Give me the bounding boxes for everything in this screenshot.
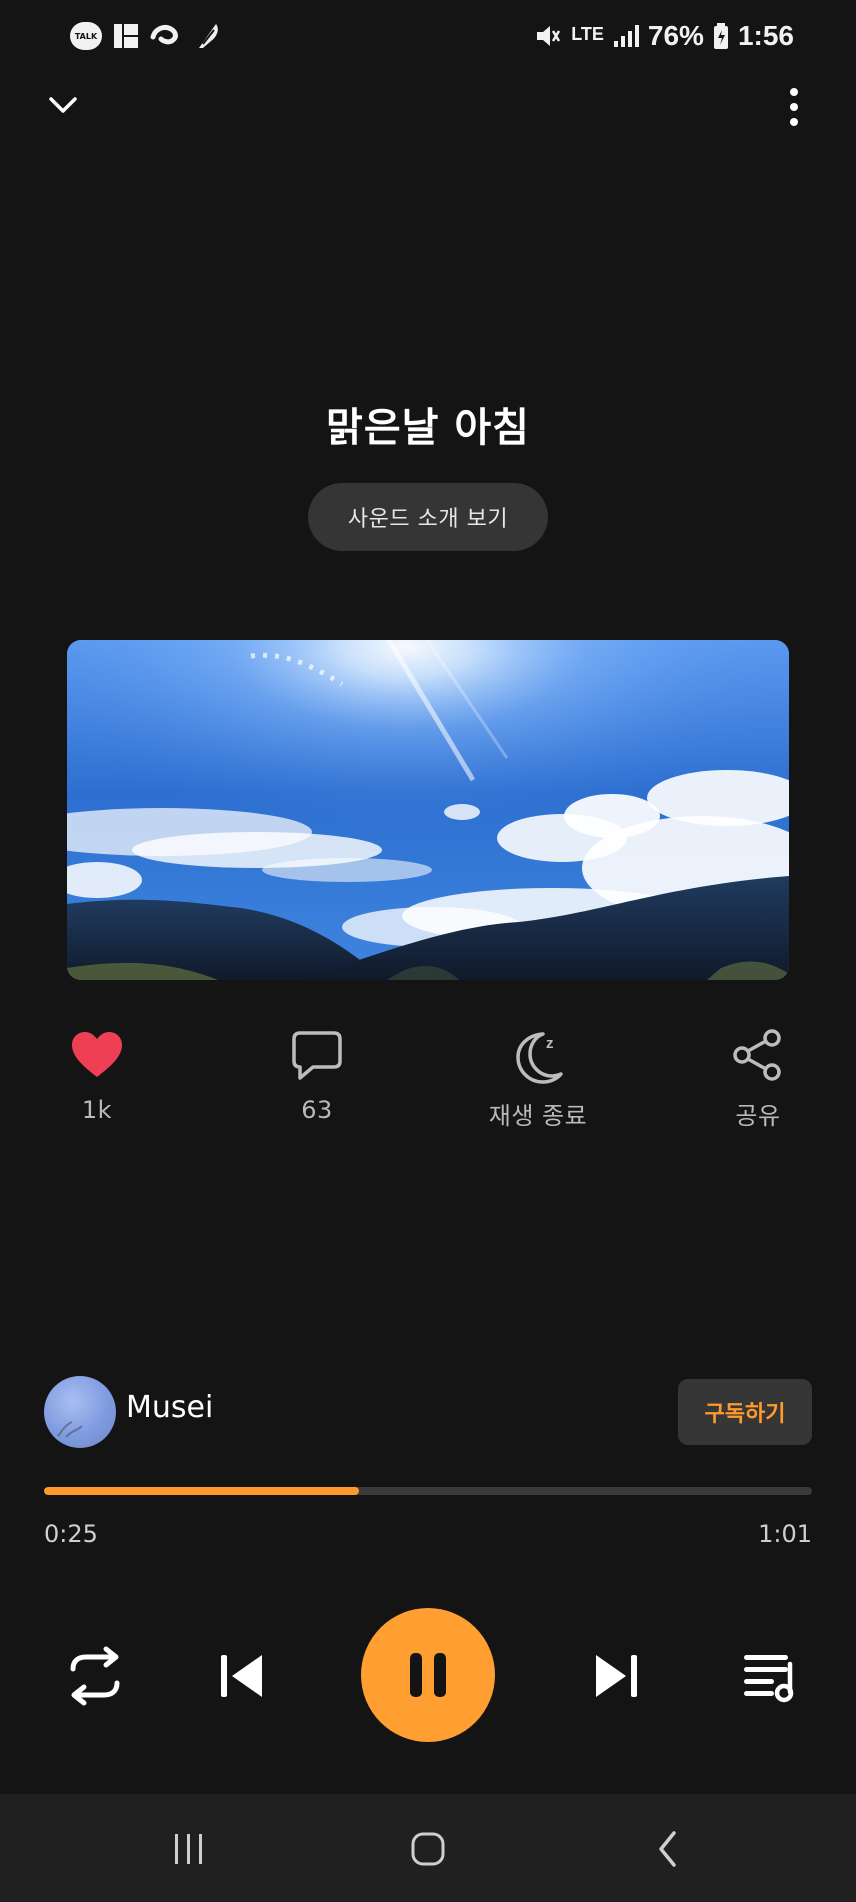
comment-icon-wrap xyxy=(252,1024,382,1086)
home-icon xyxy=(411,1832,445,1866)
like-action[interactable]: 1k xyxy=(32,1024,162,1124)
thread-icon xyxy=(150,24,178,45)
home-button[interactable] xyxy=(393,1820,463,1878)
current-time: 0:25 xyxy=(44,1520,98,1548)
feather-icon xyxy=(199,24,218,48)
playlist-button[interactable] xyxy=(732,1634,810,1718)
previous-button[interactable] xyxy=(208,1634,276,1718)
comment-count: 63 xyxy=(301,1096,333,1124)
repeat-icon xyxy=(70,1646,120,1706)
sky-mountain-image xyxy=(67,640,789,980)
pause-button[interactable] xyxy=(361,1608,495,1742)
status-right-icons: LTE 76% 1:56 xyxy=(533,14,794,58)
creator-avatar[interactable] xyxy=(44,1376,116,1448)
pause-icon xyxy=(410,1653,446,1697)
like-icon-wrap xyxy=(32,1024,162,1086)
heart-icon xyxy=(72,1032,122,1077)
creator-name[interactable]: Musei xyxy=(126,1390,213,1425)
back-icon xyxy=(659,1831,676,1867)
next-icon xyxy=(596,1655,637,1697)
more-vertical-icon xyxy=(790,88,798,126)
share-icon-wrap xyxy=(693,1024,823,1086)
repeat-button[interactable] xyxy=(52,1634,138,1718)
share-icon xyxy=(733,1029,781,1081)
playlist-icon xyxy=(744,1655,794,1703)
kakao-badge-text: TALK xyxy=(74,31,98,41)
comment-icon xyxy=(292,1031,342,1080)
share-label: 공유 xyxy=(735,1102,781,1130)
progress-fill xyxy=(44,1487,359,1495)
sleep-icon-wrap: z xyxy=(473,1024,603,1086)
collapse-player-button[interactable] xyxy=(38,82,88,132)
duration-time: 1:01 xyxy=(758,1520,812,1548)
battery-percent: 76% xyxy=(647,20,704,51)
previous-icon xyxy=(221,1655,262,1697)
sleep-timer-action[interactable]: z 재생 종료 xyxy=(473,1024,603,1131)
recent-apps-button[interactable] xyxy=(153,1820,223,1878)
track-artwork xyxy=(67,640,789,980)
widgets-icon xyxy=(114,24,138,48)
track-title: 맑은날 아침 xyxy=(326,405,530,451)
chevron-down-icon xyxy=(49,97,77,113)
battery-icon xyxy=(713,23,728,49)
kakao-talk-icon: TALK xyxy=(70,22,102,50)
comment-action[interactable]: 63 xyxy=(252,1024,382,1124)
status-time: 1:56 xyxy=(737,20,794,51)
moon-icon: z xyxy=(516,1032,563,1084)
progress-track[interactable] xyxy=(44,1487,812,1495)
next-button[interactable] xyxy=(582,1634,650,1718)
sound-intro-button[interactable]: 사운드 소개 보기 xyxy=(308,483,548,551)
status-left-icons: TALK xyxy=(70,14,222,58)
lte-indicator: LTE xyxy=(571,24,604,44)
like-count: 1k xyxy=(81,1096,113,1124)
back-button[interactable] xyxy=(633,1820,703,1878)
recent-apps-icon xyxy=(175,1834,202,1864)
avatar-image xyxy=(57,1421,83,1438)
svg-text:z: z xyxy=(546,1035,554,1052)
sleep-label: 재생 종료 xyxy=(488,1102,588,1130)
signal-icon xyxy=(613,25,639,47)
mute-icon xyxy=(537,26,561,46)
subscribe-button[interactable]: 구독하기 xyxy=(678,1379,812,1445)
share-action[interactable]: 공유 xyxy=(693,1024,823,1131)
more-options-button[interactable] xyxy=(776,82,812,132)
